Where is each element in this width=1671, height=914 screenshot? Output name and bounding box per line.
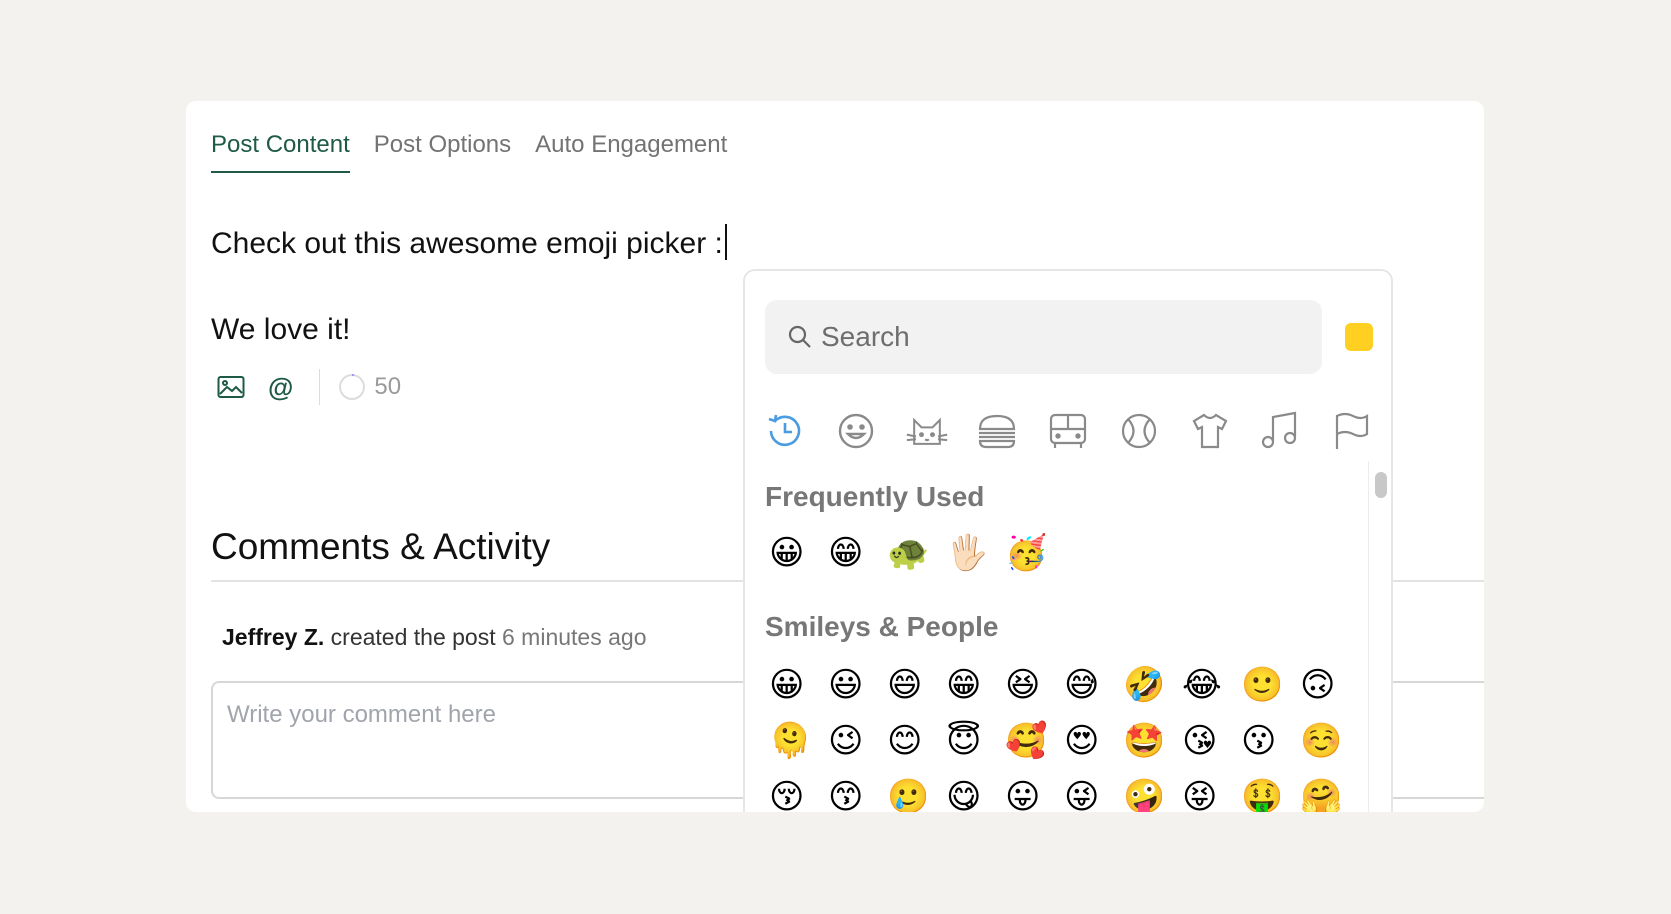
tab-post-options[interactable]: Post Options — [374, 131, 511, 173]
emoji-item[interactable]: 🤪 — [1123, 769, 1182, 812]
emoji-item[interactable]: 😛 — [1005, 769, 1064, 812]
emoji-item[interactable]: 🥲 — [887, 769, 946, 812]
character-counter: 50 — [374, 373, 402, 400]
emoji-item[interactable]: 😃 — [828, 657, 887, 713]
emoji-item[interactable]: 😚 — [769, 769, 828, 812]
post-editor-card: Post Content Post Options Auto Engagemen… — [186, 101, 1484, 812]
emoji-item[interactable]: ☺️ — [1300, 713, 1359, 769]
emoji-picker: Frequently Used 😀 😁 🐢 🖐🏻 🥳 Smileys & Peo… — [743, 269, 1393, 812]
toolbar-divider — [319, 369, 321, 405]
editor-line-1[interactable]: Check out this awesome emoji picker : — [211, 224, 727, 261]
editor-text-line-1: Check out this awesome emoji picker : — [211, 227, 723, 260]
emoji-party-face[interactable]: 🥳 — [1005, 525, 1064, 581]
emoji-item[interactable]: 🙂 — [1241, 657, 1300, 713]
emoji-item[interactable]: 😝 — [1182, 769, 1241, 812]
emoji-item[interactable]: 😆 — [1005, 657, 1064, 713]
emoji-beaming[interactable]: 😁 — [828, 525, 887, 581]
emoji-scroll-track — [1368, 461, 1391, 812]
emoji-grinning[interactable]: 😀 — [769, 525, 828, 581]
music-icon[interactable] — [1258, 409, 1302, 453]
emoji-item[interactable]: 😉 — [828, 713, 887, 769]
smileys-row-2: 🫠 😉 😊 😇 🥰 😍 🤩 😘 😗 ☺️ — [769, 713, 1359, 769]
cat-icon[interactable] — [905, 409, 949, 453]
emoji-item[interactable]: 😙 — [828, 769, 887, 812]
activity-actor: Jeffrey Z. — [222, 624, 325, 650]
emoji-category-bar — [763, 409, 1373, 453]
emoji-item[interactable]: 🤑 — [1241, 769, 1300, 812]
emoji-search-box — [765, 300, 1322, 374]
emoji-item[interactable]: 😜 — [1064, 769, 1123, 812]
emoji-item[interactable]: 😄 — [887, 657, 946, 713]
smileys-people-title: Smileys & People — [765, 611, 999, 642]
activity-time: 6 minutes ago — [502, 624, 647, 650]
emoji-item[interactable]: 🤣 — [1123, 657, 1182, 713]
ball-icon[interactable] — [1117, 409, 1161, 453]
emoji-item[interactable]: 😍 — [1064, 713, 1123, 769]
emoji-item[interactable]: 😊 — [887, 713, 946, 769]
activity-entry: Jeffrey Z. created the post 6 minutes ag… — [222, 624, 646, 651]
emoji-item[interactable]: 😗 — [1241, 713, 1300, 769]
editor-toolbar: @ 50 — [216, 369, 401, 405]
emoji-item[interactable]: 🥰 — [1005, 713, 1064, 769]
comment-input[interactable] — [227, 701, 727, 741]
shirt-icon[interactable] — [1188, 409, 1232, 453]
editor-line-2[interactable]: We love it! — [211, 313, 351, 347]
search-icon — [788, 325, 811, 348]
smileys-row-1: 😀 😃 😄 😁 😆 😅 🤣 😂 🙂 🙃 — [769, 657, 1359, 713]
emoji-item[interactable]: 😁 — [946, 657, 1005, 713]
activity-action: created the post — [330, 624, 496, 650]
emoji-turtle[interactable]: 🐢 — [887, 525, 946, 581]
emoji-item[interactable]: 🙃 — [1300, 657, 1359, 713]
emoji-item[interactable]: 😘 — [1182, 713, 1241, 769]
emoji-search-input[interactable] — [821, 321, 1301, 353]
emoji-scroll-area[interactable]: Frequently Used 😀 😁 🐢 🖐🏻 🥳 Smileys & Peo… — [745, 461, 1365, 812]
emoji-item[interactable]: 😇 — [946, 713, 1005, 769]
tab-auto-engagement[interactable]: Auto Engagement — [535, 131, 727, 173]
emoji-raised-hand[interactable]: 🖐🏻 — [946, 525, 1005, 581]
frequently-used-row: 😀 😁 🐢 🖐🏻 🥳 — [769, 525, 1064, 581]
text-caret — [724, 224, 727, 260]
bus-icon[interactable] — [1046, 409, 1090, 453]
emoji-item[interactable]: 🤗 — [1300, 769, 1359, 812]
emoji-scrollbar-thumb[interactable] — [1375, 472, 1387, 498]
emoji-item[interactable]: 😂 — [1182, 657, 1241, 713]
emoji-item[interactable]: 🤩 — [1123, 713, 1182, 769]
mention-at-icon[interactable]: @ — [268, 372, 293, 403]
emoji-item[interactable]: 😅 — [1064, 657, 1123, 713]
smiley-icon[interactable] — [834, 409, 878, 453]
frequently-used-title: Frequently Used — [765, 481, 985, 512]
tab-post-content[interactable]: Post Content — [211, 131, 350, 173]
emoji-item[interactable]: 😋 — [946, 769, 1005, 812]
smileys-row-3: 😚 😙 🥲 😋 😛 😜 🤪 😝 🤑 🤗 — [769, 769, 1359, 812]
character-counter-ring-icon — [339, 374, 366, 400]
clock-icon[interactable] — [763, 409, 807, 453]
skin-tone-button[interactable] — [1345, 323, 1373, 351]
flag-icon[interactable] — [1329, 409, 1373, 453]
burger-icon[interactable] — [975, 409, 1019, 453]
image-icon[interactable] — [216, 372, 246, 402]
emoji-item[interactable]: 🫠 — [769, 713, 828, 769]
tab-bar: Post Content Post Options Auto Engagemen… — [211, 131, 727, 173]
comments-title: Comments & Activity — [211, 526, 551, 567]
emoji-item[interactable]: 😀 — [769, 657, 828, 713]
